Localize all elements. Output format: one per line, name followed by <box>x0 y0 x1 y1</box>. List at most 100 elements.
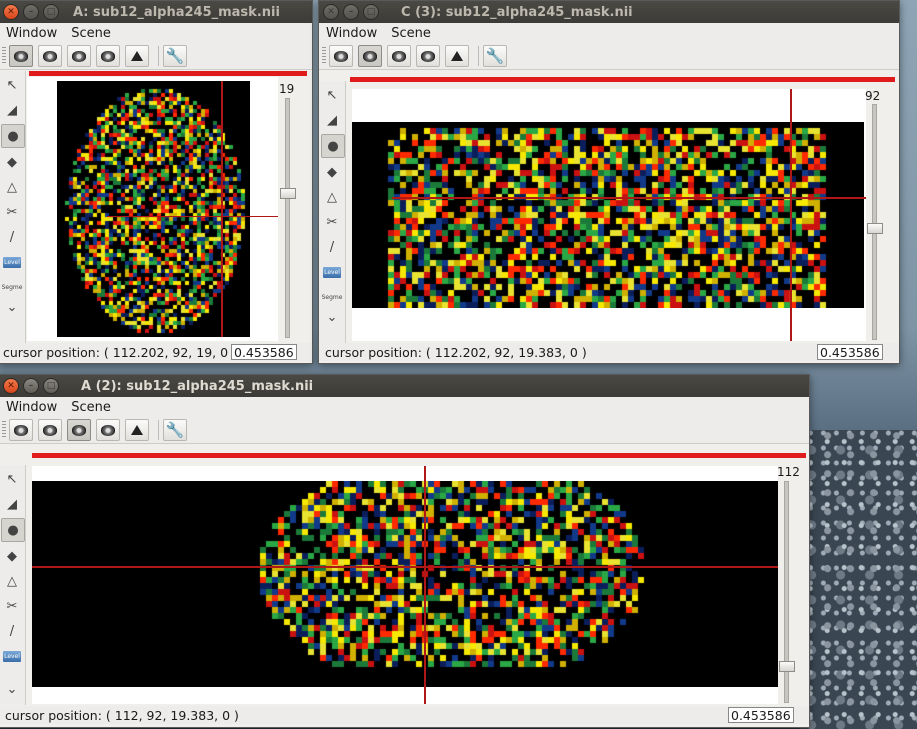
pen-tool-icon[interactable]: / <box>1 620 23 642</box>
transform-tool-icon[interactable]: ✂ <box>1 201 23 223</box>
segment-label: Segme <box>321 293 343 301</box>
sphere-tool-icon[interactable]: ● <box>321 134 345 158</box>
minimize-icon[interactable]: – <box>343 4 359 20</box>
window-title: A (2): sub12_alpha245_mask.nii <box>81 378 314 394</box>
menubar: Window Scene <box>319 23 899 43</box>
sagittal-view-icon[interactable] <box>387 45 411 67</box>
slider-thumb[interactable] <box>280 188 296 199</box>
landmark-tool-icon[interactable]: ◆ <box>1 545 23 567</box>
toolbar-grip[interactable] <box>2 421 6 439</box>
toolbar: 🔧 <box>0 417 809 444</box>
rendered-view-icon[interactable] <box>416 45 440 67</box>
view-canvas[interactable] <box>27 71 307 341</box>
maximize-icon[interactable]: □ <box>43 378 59 394</box>
plane-tool-icon[interactable]: ◢ <box>321 109 343 131</box>
coronal-view-icon[interactable] <box>38 45 62 67</box>
coronal-view-icon[interactable] <box>358 45 382 67</box>
progress-redbar <box>350 77 895 82</box>
level-tool-icon[interactable]: Level <box>1 251 23 273</box>
sagittal-view-icon[interactable] <box>67 45 91 67</box>
toolbar-grip[interactable] <box>2 47 6 65</box>
slice-number: 19 <box>279 82 295 96</box>
minimize-icon[interactable]: – <box>23 378 39 394</box>
axial-view-icon[interactable] <box>9 419 33 441</box>
close-icon[interactable]: ✕ <box>3 378 19 394</box>
pen-tool-icon[interactable]: / <box>321 236 343 258</box>
menu-scene[interactable]: Scene <box>64 400 118 415</box>
intensity-value: 0.453586 <box>728 707 794 723</box>
sagittal-view-icon[interactable] <box>67 419 91 441</box>
transform-tool-icon[interactable]: ✂ <box>1 595 23 617</box>
view-canvas[interactable] <box>32 453 806 704</box>
pointer-tool-icon[interactable]: ↖ <box>1 74 23 96</box>
rendered-view-icon[interactable] <box>96 419 120 441</box>
slider-thumb[interactable] <box>867 223 883 234</box>
window-axial-a2: ✕ – □ A (2): sub12_alpha245_mask.nii Win… <box>0 374 810 728</box>
measure-tool-icon[interactable]: △ <box>1 176 23 198</box>
menu-scene[interactable]: Scene <box>64 26 118 41</box>
pointer-tool-icon[interactable]: ↖ <box>321 84 343 106</box>
slice-pixels <box>352 122 864 308</box>
plane-tool-icon[interactable]: ◢ <box>1 493 23 515</box>
slice-slider[interactable] <box>280 98 296 338</box>
surface-view-icon[interactable] <box>445 45 469 67</box>
close-icon[interactable]: ✕ <box>3 4 19 20</box>
sphere-tool-icon[interactable]: ● <box>1 518 25 542</box>
rendered-view-icon[interactable] <box>96 45 120 67</box>
toolbar: 🔧 <box>0 43 312 70</box>
pen-tool-icon[interactable]: / <box>1 226 23 248</box>
coronal-view-icon[interactable] <box>38 419 62 441</box>
brain-slice-image[interactable] <box>352 122 864 308</box>
slice-slider[interactable] <box>779 481 795 703</box>
slider-thumb[interactable] <box>779 661 795 672</box>
maximize-icon[interactable]: □ <box>43 4 59 20</box>
close-icon[interactable]: ✕ <box>323 4 339 20</box>
toolbar: 🔧 <box>319 43 899 70</box>
level-tool-icon[interactable]: Level <box>321 261 343 283</box>
measure-tool-icon[interactable]: △ <box>1 570 23 592</box>
cursor-position: cursor position: ( 112.202, 92, 19, 0 ) <box>3 344 237 360</box>
menu-window[interactable]: Window <box>319 26 384 41</box>
titlebar[interactable]: ✕ – □ A (2): sub12_alpha245_mask.nii <box>0 375 809 397</box>
segment-tool-icon[interactable]: Segme <box>321 286 343 308</box>
menu-window[interactable]: Window <box>0 400 64 415</box>
brain-slice-image[interactable] <box>32 481 778 687</box>
wrench-icon[interactable]: 🔧 <box>163 45 187 67</box>
titlebar[interactable]: ✕ – □ C (3): sub12_alpha245_mask.nii <box>319 1 899 23</box>
tool-sidebar: ↖ ◢ ● ◆ △ ✂ / Level Segme ⌄ <box>0 71 26 343</box>
tool-sidebar: ↖ ◢ ● ◆ △ ✂ / Level ⌄ <box>0 465 26 705</box>
pointer-tool-icon[interactable]: ↖ <box>1 468 23 490</box>
menu-window[interactable]: Window <box>0 26 64 41</box>
axial-view-icon[interactable] <box>9 45 33 67</box>
minimize-icon[interactable]: – <box>23 4 39 20</box>
status-bar: cursor position: ( 112, 92, 19.383, 0 ) <box>0 706 809 724</box>
crosshair-horizontal <box>392 197 866 199</box>
surface-view-icon[interactable] <box>125 419 149 441</box>
status-bar: cursor position: ( 112.202, 92, 19.383, … <box>319 343 899 361</box>
maximize-icon[interactable]: □ <box>363 4 379 20</box>
level-tool-icon[interactable]: Level <box>1 645 23 667</box>
segment-tool-icon[interactable]: Segme <box>1 276 23 298</box>
wrench-icon[interactable]: 🔧 <box>163 419 187 441</box>
sphere-tool-icon[interactable]: ● <box>1 124 25 148</box>
surface-view-icon[interactable] <box>125 45 149 67</box>
collapse-icon[interactable]: ⌄ <box>1 682 23 697</box>
tool-sidebar: ↖ ◢ ● ◆ △ ✂ / Level Segme ⌄ <box>319 81 346 343</box>
slice-slider[interactable] <box>867 104 883 340</box>
collapse-icon[interactable]: ⌄ <box>321 310 343 325</box>
landmark-tool-icon[interactable]: ◆ <box>1 151 23 173</box>
axial-view-icon[interactable] <box>329 45 353 67</box>
titlebar[interactable]: ✕ – □ A: sub12_alpha245_mask.nii <box>0 1 312 23</box>
landmark-tool-icon[interactable]: ◆ <box>321 161 343 183</box>
wrench-icon[interactable]: 🔧 <box>483 45 507 67</box>
menu-scene[interactable]: Scene <box>384 26 438 41</box>
desktop-background <box>800 430 917 729</box>
collapse-icon[interactable]: ⌄ <box>1 300 23 315</box>
crosshair-horizontal <box>32 566 778 568</box>
plane-tool-icon[interactable]: ◢ <box>1 99 23 121</box>
intensity-value: 0.453586 <box>231 344 297 360</box>
toolbar-grip[interactable] <box>322 47 326 65</box>
transform-tool-icon[interactable]: ✂ <box>321 211 343 233</box>
view-canvas[interactable] <box>350 77 895 341</box>
measure-tool-icon[interactable]: △ <box>321 186 343 208</box>
